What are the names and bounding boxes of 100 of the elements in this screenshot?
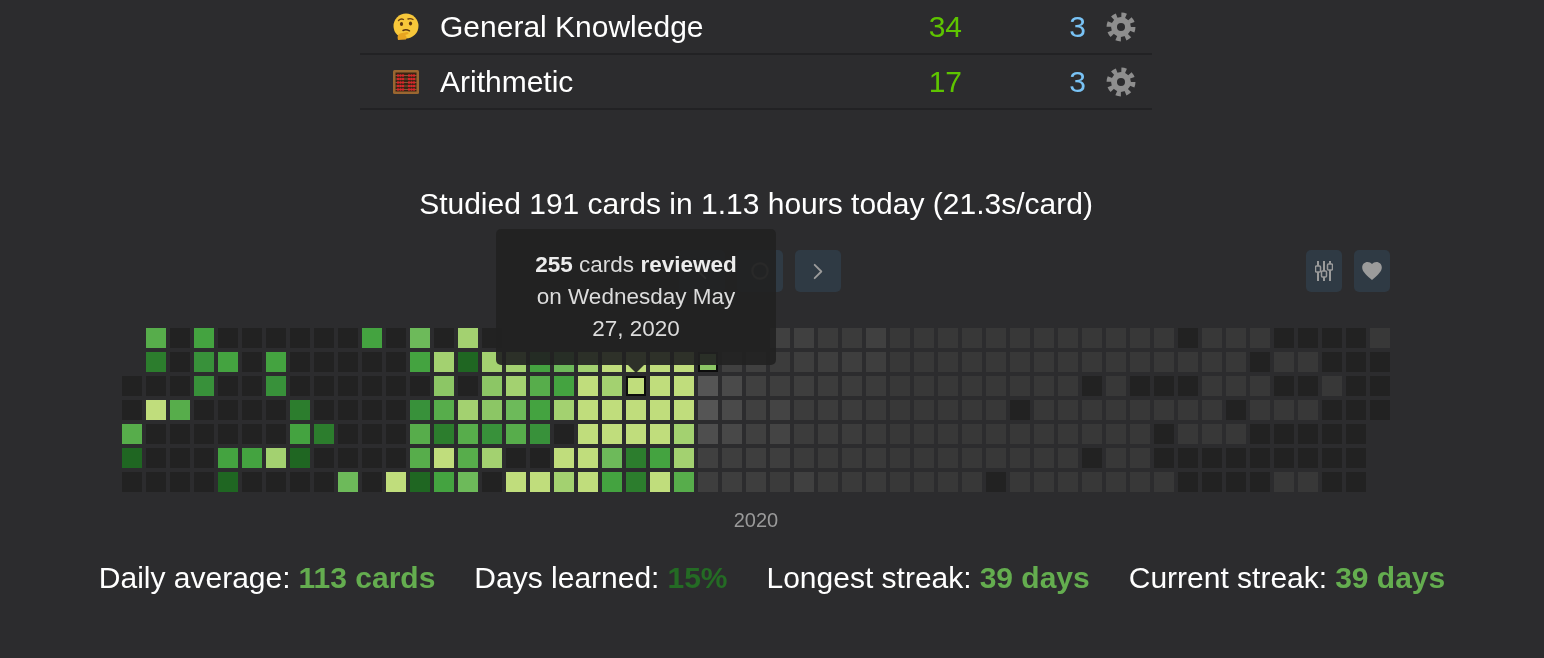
- heatmap-cell[interactable]: [722, 424, 742, 444]
- heatmap-cell[interactable]: [602, 448, 622, 468]
- heatmap-cell[interactable]: [674, 424, 694, 444]
- heatmap-cell[interactable]: [674, 376, 694, 396]
- options-button[interactable]: [1306, 250, 1342, 292]
- heatmap-cell[interactable]: [458, 448, 478, 468]
- heatmap-cell[interactable]: [578, 376, 598, 396]
- heatmap-cell[interactable]: [170, 400, 190, 420]
- heatmap-cell[interactable]: [698, 424, 718, 444]
- heatmap-cell[interactable]: [458, 352, 478, 372]
- heatmap-cell[interactable]: [434, 376, 454, 396]
- heatmap-cell[interactable]: [218, 352, 238, 372]
- heatmap-cell[interactable]: [626, 472, 646, 492]
- heatmap-cell[interactable]: [650, 424, 670, 444]
- heatmap-cell[interactable]: [530, 376, 550, 396]
- heatmap-cell[interactable]: [482, 448, 502, 468]
- heatmap-cell[interactable]: [530, 424, 550, 444]
- heatmap-cell[interactable]: [458, 424, 478, 444]
- heatmap-cell[interactable]: [626, 424, 646, 444]
- heatmap-cell[interactable]: [674, 400, 694, 420]
- heatmap-cell[interactable]: [434, 448, 454, 468]
- deck-name[interactable]: General Knowledge: [440, 9, 704, 44]
- heatmap-cell[interactable]: [242, 448, 262, 468]
- heart-button[interactable]: [1354, 250, 1390, 292]
- heatmap-cell[interactable]: [650, 376, 670, 396]
- heatmap-cell[interactable]: [506, 472, 526, 492]
- heatmap-cell[interactable]: [674, 448, 694, 468]
- heatmap-cell[interactable]: [458, 472, 478, 492]
- heatmap-cell[interactable]: [530, 400, 550, 420]
- heatmap-cell[interactable]: [410, 328, 430, 348]
- heatmap-cell[interactable]: [602, 424, 622, 444]
- heatmap-cell[interactable]: [458, 400, 478, 420]
- heatmap-cell[interactable]: [650, 472, 670, 492]
- heatmap-cell[interactable]: [410, 448, 430, 468]
- heatmap-cell[interactable]: [290, 424, 310, 444]
- heatmap-cell[interactable]: [554, 472, 574, 492]
- heatmap-cell[interactable]: [434, 472, 454, 492]
- heatmap-cell[interactable]: [698, 400, 718, 420]
- heatmap-cell[interactable]: [434, 352, 454, 372]
- heatmap-cell[interactable]: [722, 400, 742, 420]
- heatmap-cell[interactable]: [554, 376, 574, 396]
- heatmap-cell[interactable]: [578, 448, 598, 468]
- heatmap-cell[interactable]: [434, 400, 454, 420]
- heatmap-cell[interactable]: [698, 376, 718, 396]
- heatmap-cell[interactable]: [602, 400, 622, 420]
- heatmap-cell[interactable]: [554, 400, 574, 420]
- heatmap-cell[interactable]: [482, 376, 502, 396]
- heatmap-cell[interactable]: [410, 400, 430, 420]
- heatmap-cell[interactable]: [146, 328, 166, 348]
- heatmap-cell[interactable]: [314, 424, 334, 444]
- heatmap-cell[interactable]: [410, 352, 430, 372]
- heatmap-cell[interactable]: [266, 352, 286, 372]
- heatmap-cell[interactable]: [122, 448, 142, 468]
- heatmap-cell[interactable]: [554, 448, 574, 468]
- next-button[interactable]: [795, 250, 841, 292]
- heatmap-cell[interactable]: [218, 472, 238, 492]
- heatmap-cell[interactable]: [482, 424, 502, 444]
- heatmap-cell[interactable]: [602, 472, 622, 492]
- heatmap-cell[interactable]: [194, 376, 214, 396]
- heatmap-cell[interactable]: [674, 472, 694, 492]
- heatmap-cell[interactable]: [290, 400, 310, 420]
- heatmap-cell[interactable]: [770, 400, 790, 420]
- heatmap-cell[interactable]: [410, 424, 430, 444]
- gear-icon[interactable]: [1106, 66, 1136, 97]
- heatmap-cell[interactable]: [146, 400, 166, 420]
- heatmap-cell[interactable]: [626, 448, 646, 468]
- stat-value: 113 cards: [298, 560, 436, 596]
- heatmap-cell[interactable]: [218, 448, 238, 468]
- heatmap-cell[interactable]: [770, 424, 790, 444]
- heatmap-cell[interactable]: [434, 424, 454, 444]
- heatmap-cell[interactable]: [362, 328, 382, 348]
- heatmap-cell[interactable]: [122, 424, 142, 444]
- heatmap-cell[interactable]: [650, 448, 670, 468]
- heatmap-cell[interactable]: [194, 328, 214, 348]
- heatmap-cell[interactable]: [410, 472, 430, 492]
- heatmap-cell[interactable]: [338, 472, 358, 492]
- heatmap-cell[interactable]: [578, 472, 598, 492]
- heatmap-cell[interactable]: [722, 376, 742, 396]
- gear-icon[interactable]: [1106, 11, 1136, 42]
- heatmap-cell[interactable]: [458, 328, 478, 348]
- deck-name[interactable]: Arithmetic: [440, 64, 574, 99]
- heatmap-cell[interactable]: [626, 376, 646, 396]
- heatmap-cell[interactable]: [146, 352, 166, 372]
- heatmap-cell[interactable]: [506, 400, 526, 420]
- heatmap-cell[interactable]: [530, 472, 550, 492]
- heatmap-cell[interactable]: [650, 400, 670, 420]
- heatmap-cell[interactable]: [266, 448, 286, 468]
- heatmap-cell[interactable]: [578, 400, 598, 420]
- heatmap-cell[interactable]: [386, 472, 406, 492]
- heatmap-cell[interactable]: [290, 448, 310, 468]
- thinking-face-icon: [392, 12, 420, 41]
- heatmap-cell[interactable]: [266, 376, 286, 396]
- heatmap-cell[interactable]: [506, 376, 526, 396]
- heatmap-cell[interactable]: [482, 400, 502, 420]
- heatmap-cell[interactable]: [602, 376, 622, 396]
- heatmap-cell[interactable]: [194, 352, 214, 372]
- heatmap-cell[interactable]: [626, 400, 646, 420]
- heatmap-cell[interactable]: [506, 424, 526, 444]
- stat-label: Daily average:: [98, 560, 291, 596]
- heatmap-cell[interactable]: [578, 424, 598, 444]
